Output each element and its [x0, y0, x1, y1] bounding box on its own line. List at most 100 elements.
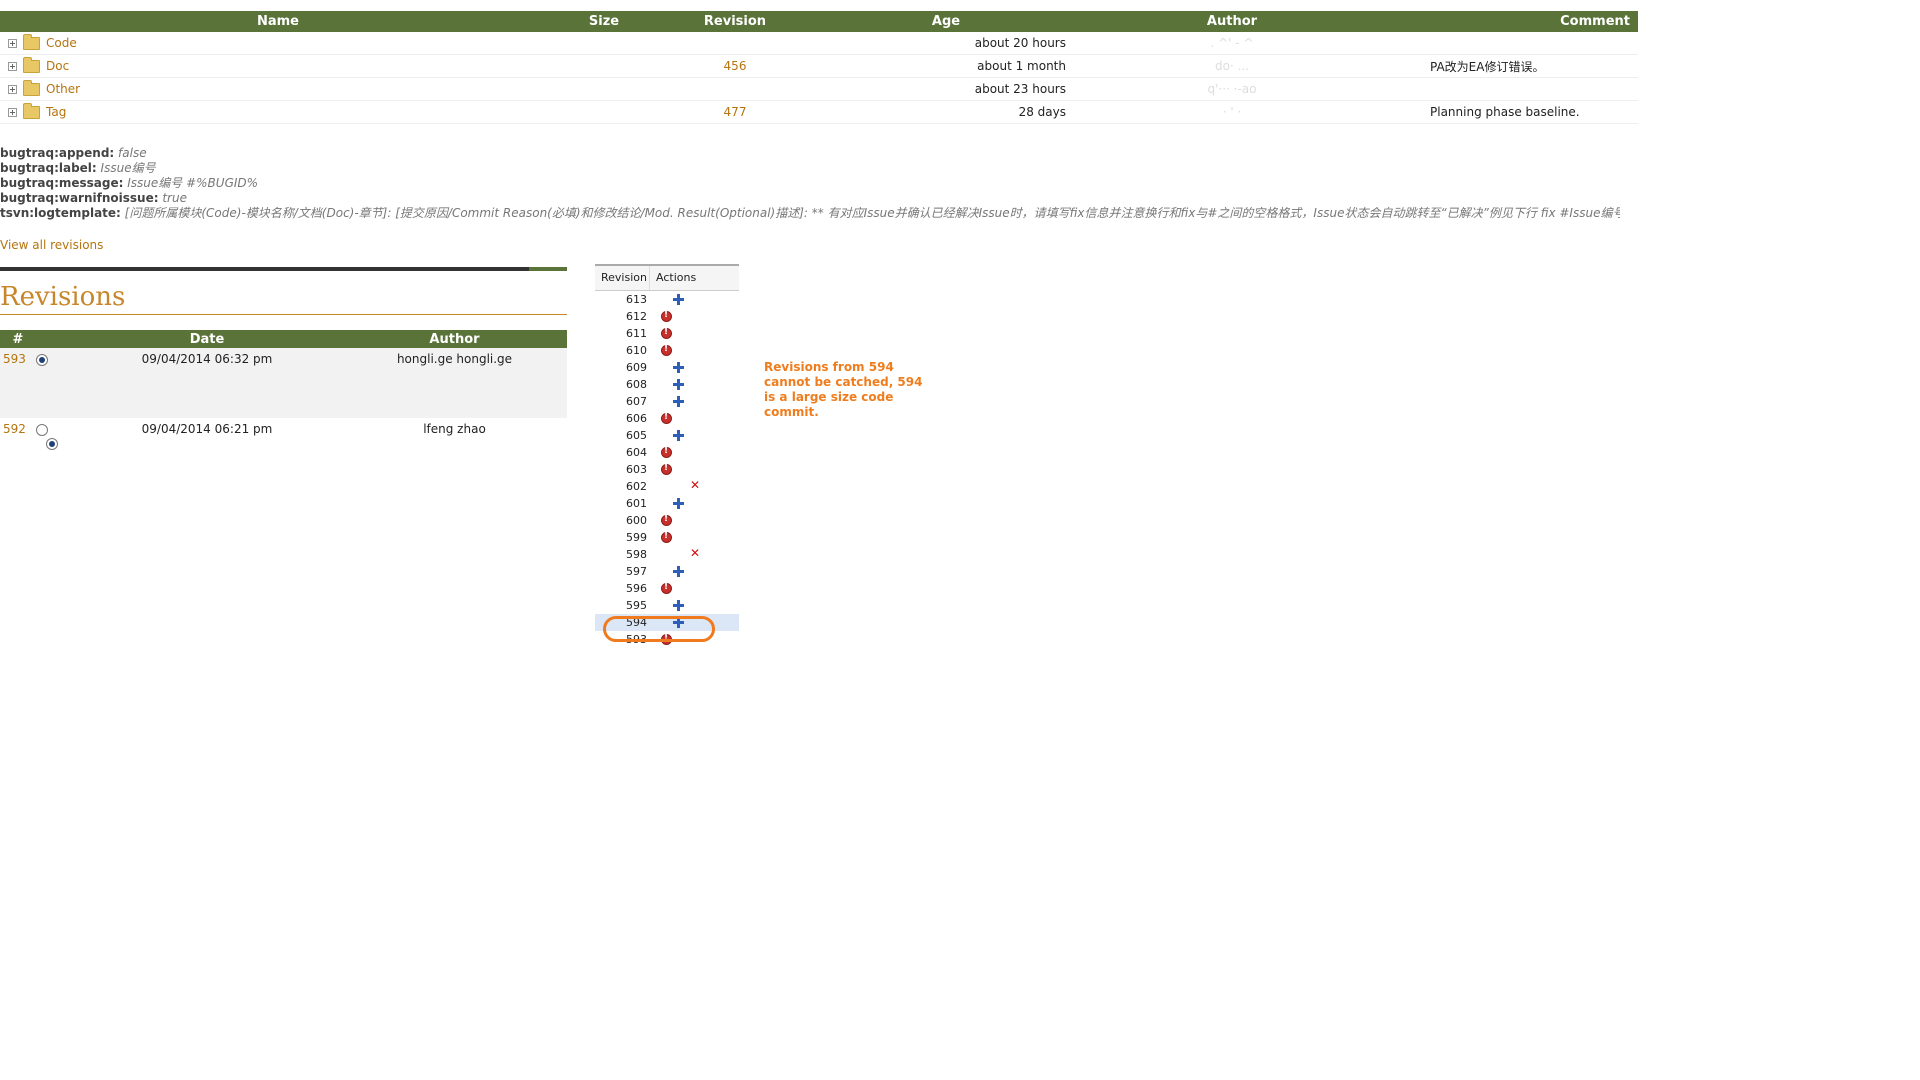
- col-name[interactable]: Name: [0, 11, 556, 32]
- revisions-table: # Date Author 593 09/04/2014 06:32 pm hong…: [0, 330, 567, 454]
- revlist-row: 596: [595, 580, 739, 597]
- col-author[interactable]: Author: [1074, 11, 1390, 32]
- col-age[interactable]: Age: [818, 11, 1074, 32]
- delete-icon: [690, 546, 701, 560]
- file-author: . ^' - ^: [1074, 32, 1390, 55]
- add-icon: [673, 379, 684, 390]
- revlist-revision: 603: [626, 463, 647, 476]
- expand-icon[interactable]: [8, 107, 17, 117]
- file-name-link[interactable]: Doc: [46, 59, 69, 73]
- modified-icon: [661, 514, 672, 526]
- property-key: bugtraq:label:: [0, 161, 97, 175]
- expand-icon[interactable]: [8, 38, 17, 48]
- file-comment: Planning phase baseline.: [1390, 100, 1638, 124]
- revlist-revision: 595: [626, 599, 647, 612]
- revlist-row: 599: [595, 529, 739, 546]
- property-value: true: [162, 191, 187, 205]
- file-age: 28 days: [818, 100, 1074, 124]
- revlist-revision: 612: [626, 310, 647, 323]
- revlist-col-actions: Actions: [656, 271, 697, 284]
- properties-list: bugtraq:append: false bugtraq:label: Issu…: [0, 146, 1620, 221]
- revlist-row: 595: [595, 597, 739, 614]
- add-icon: [673, 362, 684, 373]
- modified-icon: [661, 582, 672, 594]
- revlist-revision: 606: [626, 412, 647, 425]
- modified-icon: [661, 463, 672, 475]
- property-key: tsvn:logtemplate:: [0, 206, 121, 220]
- property-key: bugtraq:warnifnoissue:: [0, 191, 159, 205]
- file-row[interactable]: Other about 23 hours q'··· ·-ao: [0, 77, 1638, 101]
- file-size: [556, 32, 652, 55]
- file-author: · ' ·: [1074, 100, 1390, 124]
- expand-icon[interactable]: [8, 84, 17, 94]
- revisions-title-underline: [0, 314, 567, 315]
- modified-icon: [661, 412, 672, 424]
- file-age: about 20 hours: [818, 32, 1074, 55]
- expand-icon[interactable]: [8, 61, 17, 71]
- file-comment: [1390, 77, 1638, 101]
- file-name-link[interactable]: Tag: [46, 105, 66, 119]
- property-value: Issue编号 #%BUGID%: [127, 176, 259, 190]
- files-table: Name Size Revision Age Author Comment Co…: [0, 11, 1638, 124]
- revlist-row: 605: [595, 427, 739, 444]
- revlist-revision: 598: [626, 548, 647, 561]
- diff-from-radio[interactable]: [36, 353, 48, 366]
- file-revision-link[interactable]: 456: [724, 59, 747, 73]
- files-header-row: Name Size Revision Age Author Comment: [0, 11, 1638, 32]
- add-icon: [673, 566, 684, 577]
- revlist-revision: 609: [626, 361, 647, 374]
- revision-number-link[interactable]: 592: [3, 422, 26, 436]
- view-all-revisions-link[interactable]: View all revisions: [0, 238, 103, 252]
- revlist-row: 612: [595, 308, 739, 325]
- property-row: bugtraq:append: false: [0, 146, 1620, 161]
- file-name-link[interactable]: Other: [46, 82, 80, 96]
- revlist-row: 611: [595, 325, 739, 342]
- revlist-revision: 599: [626, 531, 647, 544]
- file-age: about 23 hours: [818, 77, 1074, 101]
- add-icon: [673, 498, 684, 509]
- revlist-revision: 611: [626, 327, 647, 340]
- revlist-row: 608: [595, 376, 739, 393]
- revlist-row: 598: [595, 546, 739, 563]
- file-comment: PA改为EA修订错误。: [1390, 54, 1638, 78]
- revlist-row: 603: [595, 461, 739, 478]
- diff-from-radio[interactable]: [36, 423, 48, 436]
- revision-author: lfeng zhao: [423, 422, 486, 436]
- revlist-revision: 613: [626, 293, 647, 306]
- revlist-revision: 602: [626, 480, 647, 493]
- file-row[interactable]: Code about 20 hours. ^' - ^: [0, 32, 1638, 55]
- property-key: bugtraq:append:: [0, 146, 115, 160]
- revision-number-link[interactable]: 593: [3, 352, 26, 366]
- revlist-revision: 596: [626, 582, 647, 595]
- col-comment[interactable]: Comment: [1390, 11, 1638, 32]
- file-row[interactable]: Tag 477 28 days · ' · Planning phase baselin…: [0, 100, 1638, 124]
- revlist-row: 613: [595, 291, 739, 308]
- rev-col-date: Date: [72, 330, 342, 348]
- add-icon: [673, 396, 684, 407]
- revision-log-screenshot: Revision Actions 613 612 611 610 609 608 607 60…: [595, 264, 739, 656]
- file-size: [556, 100, 652, 124]
- revlist-row: 610: [595, 342, 739, 359]
- add-icon: [673, 294, 684, 305]
- revlist-row: 597: [595, 563, 739, 580]
- file-revision-link[interactable]: 477: [724, 105, 747, 119]
- property-value: false: [118, 146, 147, 160]
- revision-date: 09/04/2014 06:21 pm: [141, 422, 273, 436]
- modified-icon: [661, 344, 672, 356]
- file-row[interactable]: Doc 456 about 1 month do· ... PA改为EA修订错误。: [0, 54, 1638, 78]
- file-name-link[interactable]: Code: [46, 36, 77, 50]
- modified-icon: [661, 531, 672, 543]
- property-value: [问题所属模块(Code)-模块名称/文档(Doc)-章节]: [提交原因/Co…: [124, 206, 1620, 220]
- add-icon: [673, 430, 684, 441]
- revlist-revision: 604: [626, 446, 647, 459]
- diff-to-radio[interactable]: [46, 437, 58, 450]
- col-revision[interactable]: Revision: [652, 11, 818, 32]
- modified-icon: [661, 446, 672, 458]
- col-size[interactable]: Size: [556, 11, 652, 32]
- folder-icon: [23, 56, 40, 73]
- revlist-revision: 610: [626, 344, 647, 357]
- highlight-circle-594: [603, 616, 715, 642]
- property-value: Issue编号: [100, 161, 156, 175]
- folder-icon: [23, 33, 40, 50]
- property-row: bugtraq:message: Issue编号 #%BUGID%: [0, 176, 1620, 191]
